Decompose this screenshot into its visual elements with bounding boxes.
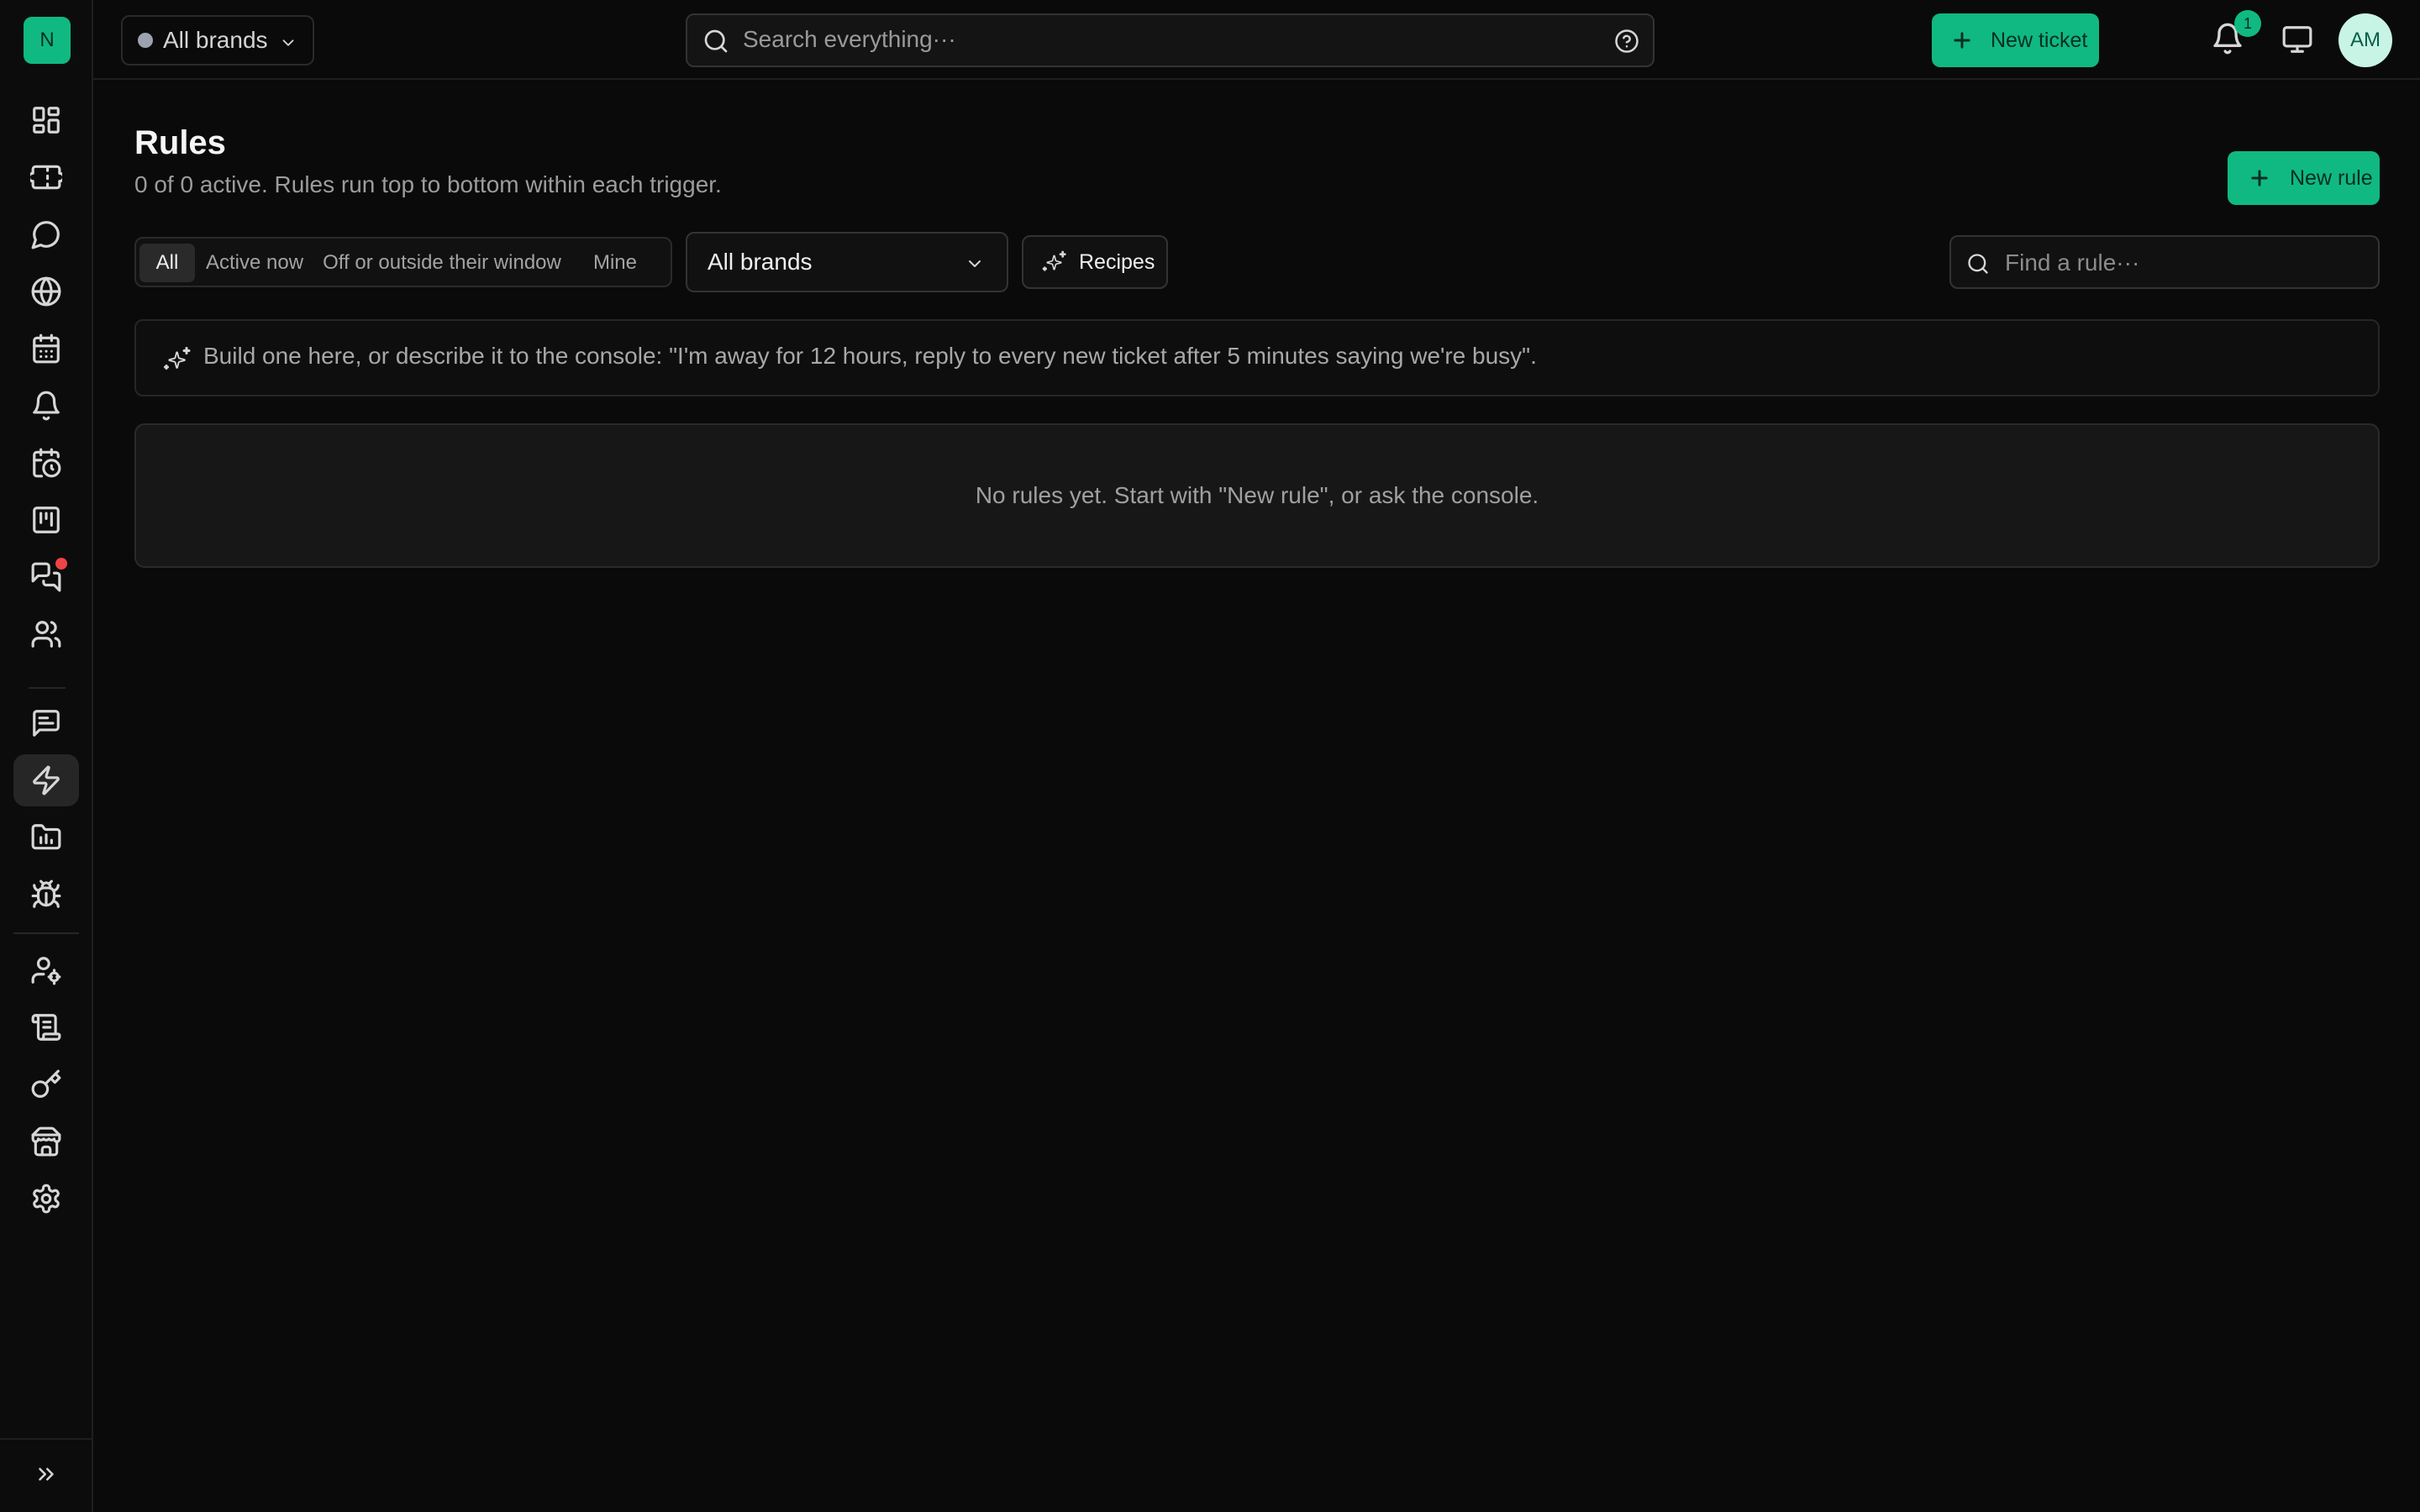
- bell-icon: [33, 391, 60, 421]
- console-hint-banner: Build one here, or describe it to the co…: [134, 319, 2380, 396]
- user-cog-icon: [31, 957, 61, 985]
- tab-all[interactable]: All: [139, 244, 195, 282]
- nav-dashboard[interactable]: [13, 94, 79, 146]
- sidebar: N: [0, 0, 93, 1512]
- search-placeholder: Search everything···: [743, 26, 956, 52]
- recipes-label: Recipes: [1079, 249, 1155, 274]
- new-ticket-label: New ticket: [1991, 28, 2088, 52]
- plus-icon: [2251, 170, 2268, 186]
- global-search-input[interactable]: Search everything···: [686, 13, 1655, 67]
- empty-state: No rules yet. Start with "New rule", or …: [134, 423, 2380, 568]
- nav-api-keys[interactable]: [13, 1058, 79, 1110]
- message-square-text-icon: [33, 710, 60, 737]
- nav-team-settings[interactable]: [13, 944, 79, 996]
- nav-reports[interactable]: [13, 811, 79, 864]
- kanban-icon: [33, 507, 60, 533]
- nav-globe[interactable]: [13, 265, 79, 318]
- settings-icon: [33, 1184, 60, 1214]
- ticket-icon: [30, 165, 62, 190]
- nav-macros[interactable]: [13, 697, 79, 749]
- sparkles-icon: [1042, 250, 1066, 271]
- brand-filter-value: All brands: [708, 249, 813, 275]
- brand-switcher[interactable]: All brands: [121, 15, 314, 66]
- key-icon: [31, 1069, 61, 1098]
- bug-icon: [31, 879, 61, 908]
- new-rule-button[interactable]: New rule: [2228, 151, 2380, 205]
- console-hint-text: Build one here, or describe it to the co…: [203, 343, 1537, 369]
- brand-color-dot: [138, 33, 153, 48]
- empty-state-message: No rules yet. Start with "New rule", or …: [975, 482, 1539, 508]
- nav-messages[interactable]: [13, 551, 79, 603]
- help-circle-icon[interactable]: [1614, 29, 1639, 54]
- tab-active-now[interactable]: Active now: [200, 244, 309, 282]
- nav-audit-log[interactable]: [13, 1001, 79, 1053]
- scroll-icon: [31, 1014, 61, 1041]
- zap-icon: [33, 765, 60, 795]
- new-ticket-button[interactable]: New ticket: [1932, 13, 2099, 67]
- page-title: Rules: [134, 124, 226, 161]
- new-rule-label: New rule: [2290, 165, 2373, 190]
- calendar-clock-icon: [33, 448, 61, 478]
- search-icon: [1968, 254, 1988, 274]
- brand-switcher-label: All brands: [163, 27, 268, 53]
- nav-store[interactable]: [13, 1116, 79, 1168]
- folder-chart-icon: [31, 824, 61, 850]
- dashboard-icon: [33, 107, 60, 134]
- sidebar-bottom-divider: [0, 1438, 93, 1440]
- nav-conversations[interactable]: [13, 208, 79, 260]
- tab-off-or-outside-window[interactable]: Off or outside their window: [316, 244, 568, 282]
- nav-settings[interactable]: [13, 1173, 79, 1225]
- chevron-down-icon: [282, 39, 294, 46]
- chat-bubble-icon: [31, 221, 60, 249]
- page-subtitle: 0 of 0 active. Rules run top to bottom w…: [134, 171, 722, 197]
- monitor-icon[interactable]: [2281, 24, 2313, 55]
- nav-debug[interactable]: [13, 869, 79, 921]
- rule-filter-tabs: All Active now Off or outside their wind…: [134, 237, 672, 287]
- calendar-icon: [33, 333, 60, 364]
- chevron-down-icon: [969, 260, 981, 267]
- globe-icon: [31, 276, 61, 307]
- user-avatar[interactable]: AM: [2338, 13, 2392, 67]
- sidebar-divider: [29, 687, 66, 689]
- users-icon: [31, 621, 61, 648]
- expand-sidebar-button[interactable]: [13, 1448, 79, 1500]
- store-icon: [31, 1126, 61, 1157]
- recipes-button[interactable]: Recipes: [1022, 235, 1168, 289]
- nav-calendar[interactable]: [13, 323, 79, 375]
- nav-board[interactable]: [13, 494, 79, 546]
- brand-filter-select[interactable]: All brands: [686, 232, 1008, 292]
- tab-mine[interactable]: Mine: [580, 244, 650, 282]
- nav-rules[interactable]: [13, 754, 79, 806]
- search-icon: [704, 29, 728, 53]
- nav-notifications[interactable]: [13, 380, 79, 432]
- app-logo[interactable]: N: [24, 17, 71, 64]
- notification-dot: [55, 558, 67, 570]
- nav-users[interactable]: [13, 608, 79, 660]
- chevrons-right-icon: [39, 1467, 54, 1481]
- notification-count-badge: 1: [2234, 10, 2261, 37]
- nav-tickets[interactable]: [13, 151, 79, 203]
- nav-schedules[interactable]: [13, 437, 79, 489]
- sidebar-divider: [13, 932, 79, 934]
- find-rule-input[interactable]: Find a rule···: [1949, 235, 2380, 289]
- plus-icon: [1954, 32, 1970, 49]
- sparkles-icon: [164, 347, 191, 370]
- find-rule-placeholder: Find a rule···: [2005, 249, 2140, 276]
